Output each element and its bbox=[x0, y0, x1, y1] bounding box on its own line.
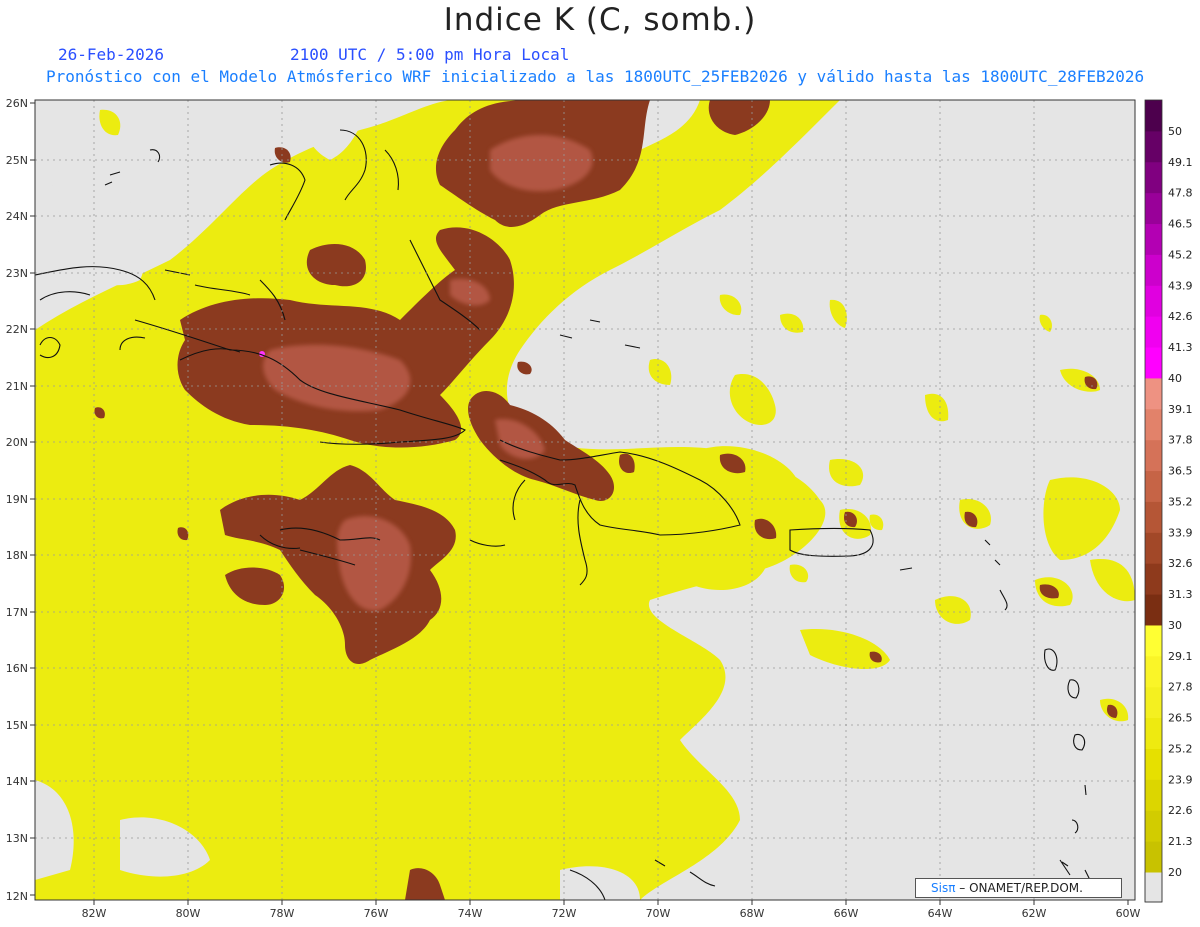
lon-label: 82W bbox=[82, 907, 107, 920]
colorbar-label: 43.9 bbox=[1168, 279, 1193, 292]
lat-label: 21N bbox=[6, 380, 28, 393]
longitude-axis: 82W 80W 78W 76W 74W 72W 70W 68W 66W 64W … bbox=[82, 907, 1141, 920]
lon-label: 60W bbox=[1116, 907, 1141, 920]
lat-label: 16N bbox=[6, 662, 28, 675]
colorbar-label: 42.6 bbox=[1168, 310, 1193, 323]
lat-label: 19N bbox=[6, 493, 28, 506]
lat-label: 12N bbox=[6, 890, 28, 903]
colorbar-label: 23.9 bbox=[1168, 773, 1193, 786]
colorbar-segment bbox=[1145, 810, 1162, 842]
colorbar-segment bbox=[1145, 285, 1162, 317]
colorbar-segment bbox=[1145, 594, 1162, 626]
colorbar-segment bbox=[1145, 316, 1162, 348]
colorbar-label: 22.6 bbox=[1168, 804, 1193, 817]
colorbar-segment bbox=[1145, 254, 1162, 286]
lat-label: 24N bbox=[6, 210, 28, 223]
colorbar-label: 47.8 bbox=[1168, 187, 1193, 200]
colorbar-label: 41.3 bbox=[1168, 341, 1193, 354]
longitude-ticks bbox=[93, 900, 1129, 905]
colorbar-label: 35.2 bbox=[1168, 495, 1193, 508]
colorbar-label: 37.8 bbox=[1168, 434, 1193, 447]
colorbar-segment bbox=[1145, 686, 1162, 719]
colorbar-label: 49.1 bbox=[1168, 156, 1193, 169]
colorbar: 20 21.3 22.6 23.9 25.2 26.5 27.8 29.1 30 31.3 32.6… bbox=[1144, 99, 1193, 903]
sispi-brand: Sisπ bbox=[931, 881, 956, 895]
lon-label: 66W bbox=[834, 907, 859, 920]
lon-label: 80W bbox=[176, 907, 201, 920]
colorbar-segment bbox=[1145, 192, 1162, 225]
lat-label: 18N bbox=[6, 549, 28, 562]
colorbar-label: 32.6 bbox=[1168, 557, 1193, 570]
credit-text: – ONAMET/REP.DOM. bbox=[955, 881, 1083, 895]
lat-label: 22N bbox=[6, 323, 28, 336]
colorbar-segment bbox=[1145, 563, 1162, 595]
colorbar-segment bbox=[1145, 779, 1162, 811]
lon-label: 64W bbox=[928, 907, 953, 920]
lat-label: 13N bbox=[6, 832, 28, 845]
colorbar-label: 25.2 bbox=[1168, 742, 1193, 755]
latitude-axis: 26N 25N 24N 23N 22N 21N 20N 19N 18N 17N … bbox=[6, 97, 28, 903]
lat-label: 26N bbox=[6, 97, 28, 110]
colorbar-segment bbox=[1145, 408, 1162, 441]
colorbar-label: 46.5 bbox=[1168, 218, 1193, 231]
lon-label: 62W bbox=[1022, 907, 1047, 920]
colorbar-label: 33.9 bbox=[1168, 526, 1193, 539]
colorbar-segment bbox=[1145, 841, 1162, 873]
colorbar-segment-below bbox=[1144, 871, 1163, 903]
lon-label: 68W bbox=[740, 907, 765, 920]
latitude-ticks bbox=[30, 102, 35, 896]
colorbar-segment bbox=[1145, 377, 1162, 410]
colorbar-label: 30 bbox=[1168, 619, 1182, 632]
lon-label: 74W bbox=[458, 907, 483, 920]
colorbar-label: 39.1 bbox=[1168, 403, 1193, 416]
lon-label: 78W bbox=[270, 907, 295, 920]
colorbar-segment bbox=[1145, 748, 1162, 780]
lon-label: 72W bbox=[552, 907, 577, 920]
colorbar-segment bbox=[1145, 223, 1162, 255]
lat-label: 17N bbox=[6, 606, 28, 619]
colorbar-label: 50 bbox=[1168, 125, 1182, 138]
colorbar-label: 29.1 bbox=[1168, 650, 1193, 663]
colorbar-label: 27.8 bbox=[1168, 681, 1193, 694]
credit-label: Sisπ – ONAMET/REP.DOM. bbox=[915, 878, 1122, 898]
colorbar-segment bbox=[1145, 130, 1162, 163]
colorbar-segment bbox=[1145, 470, 1162, 502]
colorbar-segment bbox=[1145, 439, 1162, 472]
colorbar-segment bbox=[1145, 347, 1162, 379]
colorbar-segment bbox=[1145, 717, 1162, 749]
colorbar-label: 31.3 bbox=[1168, 588, 1193, 601]
colorbar-segment bbox=[1145, 624, 1162, 657]
lat-label: 23N bbox=[6, 267, 28, 280]
colorbar-segment bbox=[1145, 161, 1162, 194]
map-figure: 26N 25N 24N 23N 22N 21N 20N 19N 18N 17N … bbox=[6, 97, 1193, 920]
colorbar-segment bbox=[1145, 501, 1162, 533]
lat-label: 20N bbox=[6, 436, 28, 449]
lon-label: 70W bbox=[646, 907, 671, 920]
lat-label: 14N bbox=[6, 775, 28, 788]
colorbar-label: 26.5 bbox=[1168, 712, 1193, 725]
colorbar-segment bbox=[1145, 655, 1162, 688]
colorbar-label: 45.2 bbox=[1168, 248, 1193, 261]
lat-label: 25N bbox=[6, 154, 28, 167]
colorbar-label: 21.3 bbox=[1168, 835, 1193, 848]
colorbar-segment bbox=[1145, 100, 1162, 132]
colorbar-label: 20 bbox=[1168, 866, 1182, 879]
colorbar-label: 36.5 bbox=[1168, 465, 1193, 478]
colorbar-segment bbox=[1145, 532, 1162, 564]
lon-label: 76W bbox=[364, 907, 389, 920]
colorbar-label: 40 bbox=[1168, 372, 1182, 385]
lat-label: 15N bbox=[6, 719, 28, 732]
